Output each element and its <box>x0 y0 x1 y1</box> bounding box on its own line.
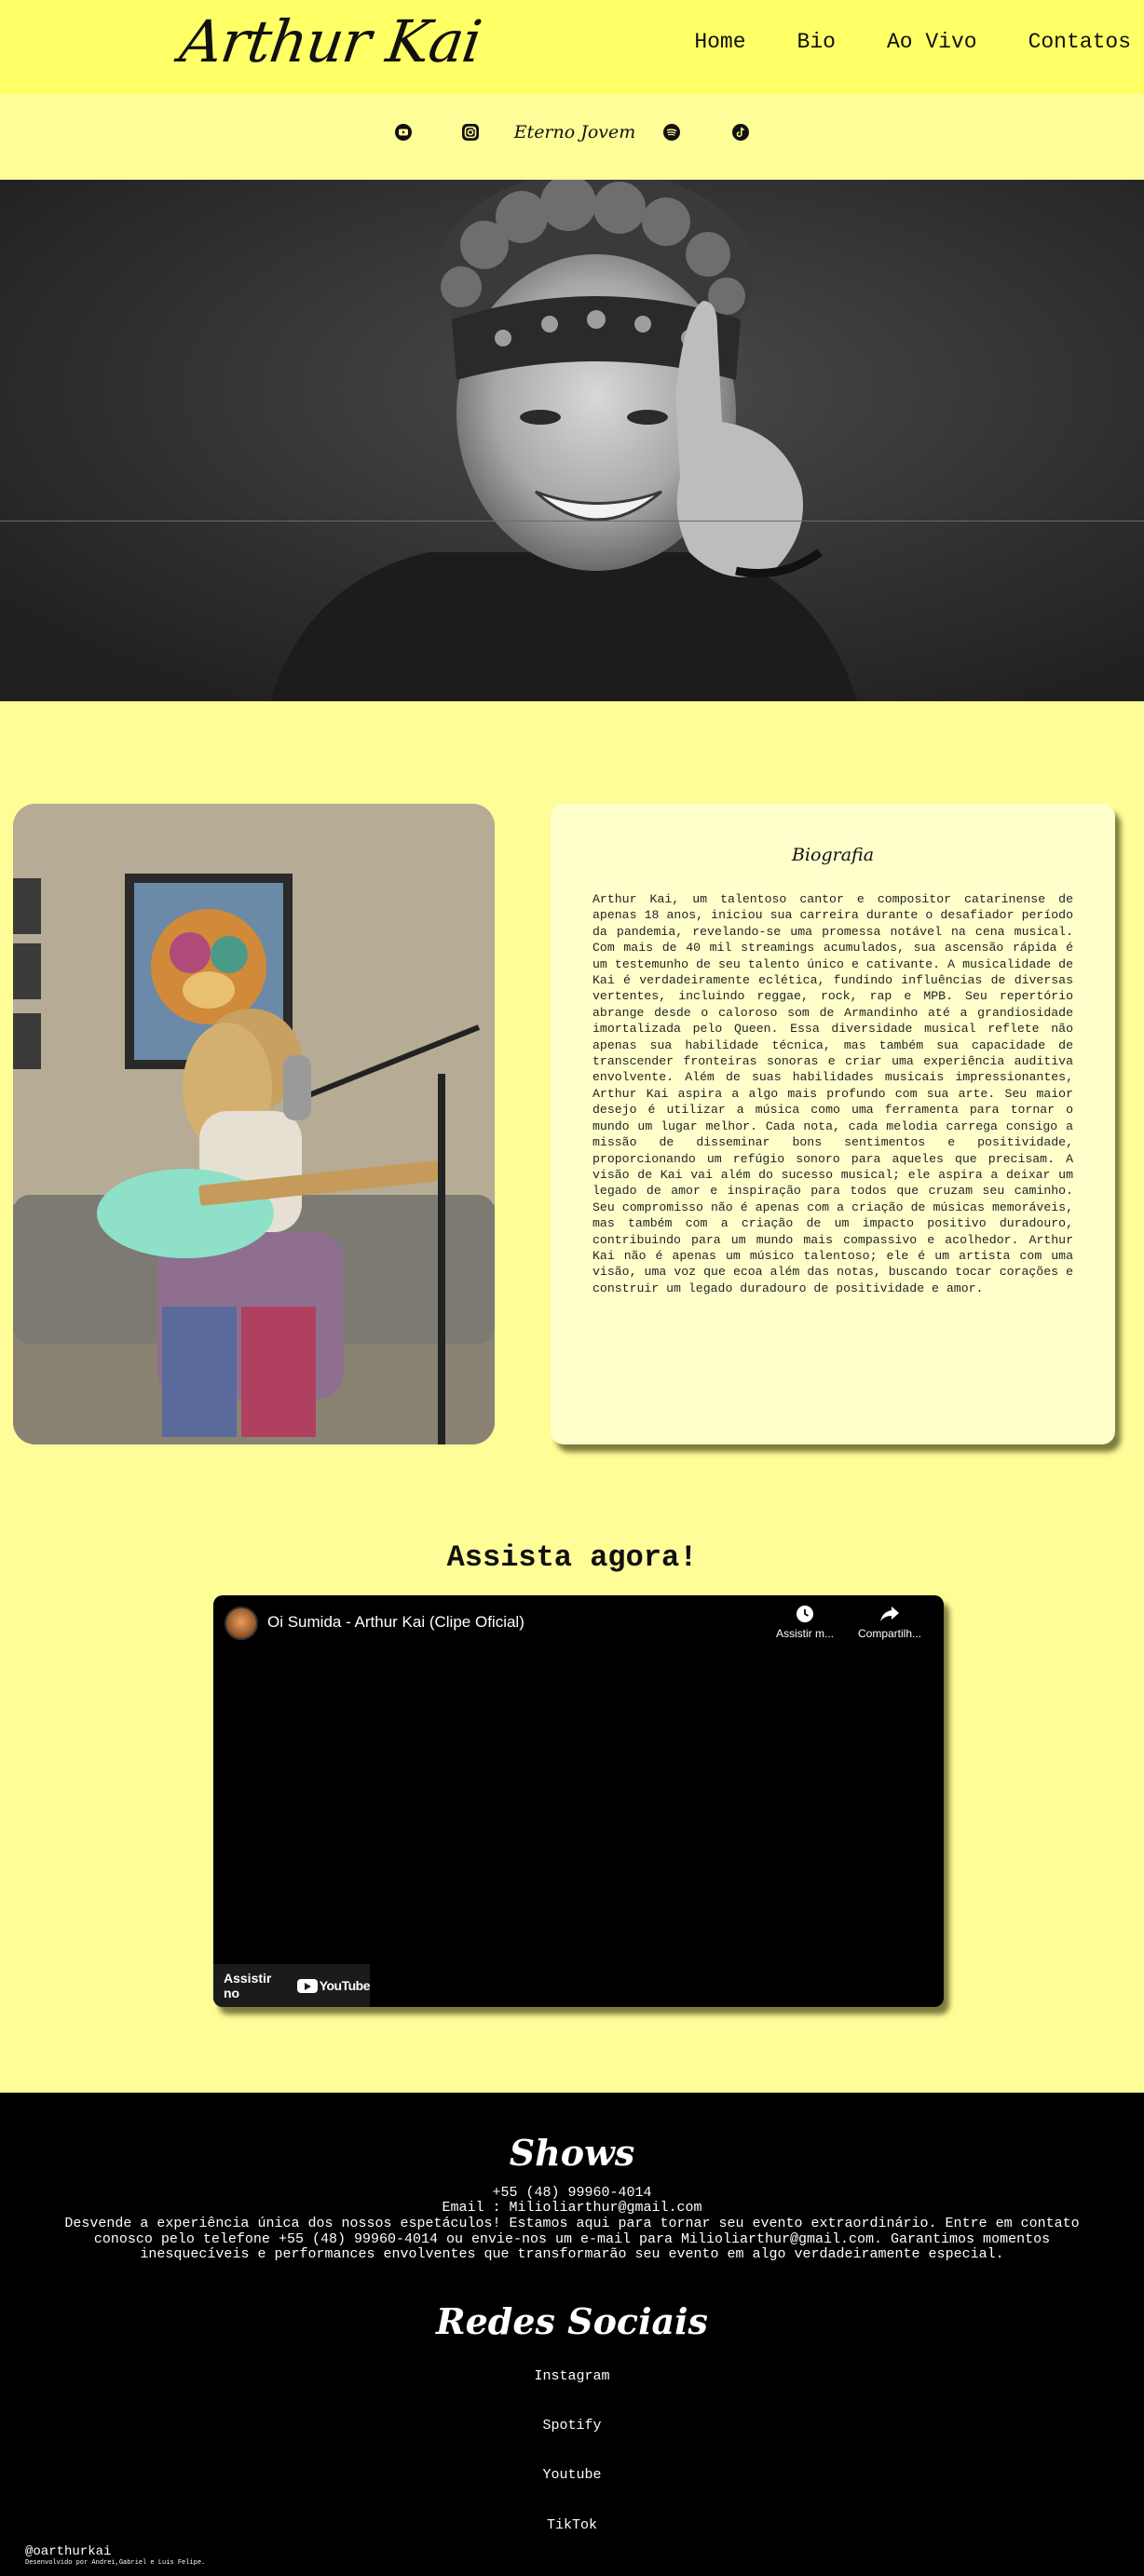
youtube-wordmark: YouTube <box>319 1978 371 1993</box>
hero-portrait-image <box>0 180 1144 701</box>
bio-card: Biografia Arthur Kai, um talentoso canto… <box>551 804 1115 1444</box>
hero-artist-photo <box>0 180 1144 701</box>
spotify-icon[interactable] <box>661 122 682 142</box>
channel-avatar[interactable] <box>225 1607 258 1640</box>
hero-divider-line <box>0 521 1144 522</box>
footer-youtube-link[interactable]: Youtube <box>0 2467 1144 2483</box>
footer-instagram-link[interactable]: Instagram <box>0 2368 1144 2384</box>
footer-tiktok-link[interactable]: TikTok <box>0 2517 1144 2533</box>
site-logo[interactable]: Arthur Kai <box>176 7 485 75</box>
main-nav: Home Bio Ao Vivo Contatos <box>643 30 1131 54</box>
nav-contatos-link[interactable]: Contatos <box>1028 30 1131 54</box>
clock-icon <box>797 1606 813 1622</box>
shows-description: Desvende a experiência única dos nossos … <box>64 2216 1080 2262</box>
bio-guitar-image <box>13 804 495 1444</box>
share-button[interactable]: Compartilh... <box>852 1605 927 1640</box>
watch-later-label: Assistir m... <box>776 1627 834 1640</box>
youtube-icon[interactable] <box>393 122 414 142</box>
social-subbar: Eterno Jovem <box>0 94 1144 180</box>
video-title[interactable]: Oi Sumida - Arthur Kai (Clipe Oficial) <box>267 1613 524 1632</box>
instagram-icon[interactable] <box>460 122 481 142</box>
watch-now-title: Assista agora! <box>446 1540 698 1575</box>
album-title[interactable]: Eterno Jovem <box>514 122 636 142</box>
bio-text: Arthur Kai, um talentoso cantor e compos… <box>592 892 1073 1295</box>
site-header: Arthur Kai Home Bio Ao Vivo Contatos <box>0 0 1144 94</box>
watch-later-button[interactable]: Assistir m... <box>768 1605 842 1640</box>
youtube-video-embed[interactable]: Oi Sumida - Arthur Kai (Clipe Oficial) A… <box>213 1595 944 2007</box>
instagram-handle: @oarthurkai <box>25 2544 112 2559</box>
watch-on-youtube-button[interactable]: Assistir no YouTube <box>213 1964 371 2007</box>
youtube-logo: YouTube <box>296 1978 371 1993</box>
nav-ao-vivo-link[interactable]: Ao Vivo <box>887 30 977 54</box>
nav-bio-link[interactable]: Bio <box>797 30 836 54</box>
watch-on-label: Assistir no <box>224 1971 272 2000</box>
site-footer: Shows +55 (48) 99960-4014 Email : Miliol… <box>0 2093 1144 2576</box>
tiktok-icon[interactable] <box>730 122 751 142</box>
bio-title: Biografia <box>791 845 875 865</box>
share-icon <box>880 1607 899 1621</box>
contact-email: Email : Milioliarthur@gmail.com <box>442 2200 702 2216</box>
share-label: Compartilh... <box>857 1627 922 1640</box>
bio-photo <box>13 804 495 1444</box>
contact-phone: +55 (48) 99960-4014 <box>492 2185 652 2201</box>
social-title: Redes Sociais <box>436 2300 708 2342</box>
footer-spotify-link[interactable]: Spotify <box>0 2418 1144 2434</box>
youtube-play-icon <box>296 1978 318 1993</box>
developer-credit: Desenvolvido por Andrei,Gabriel e Luis F… <box>25 2559 206 2567</box>
shows-title: Shows <box>509 2132 635 2174</box>
nav-home-link[interactable]: Home <box>694 30 745 54</box>
